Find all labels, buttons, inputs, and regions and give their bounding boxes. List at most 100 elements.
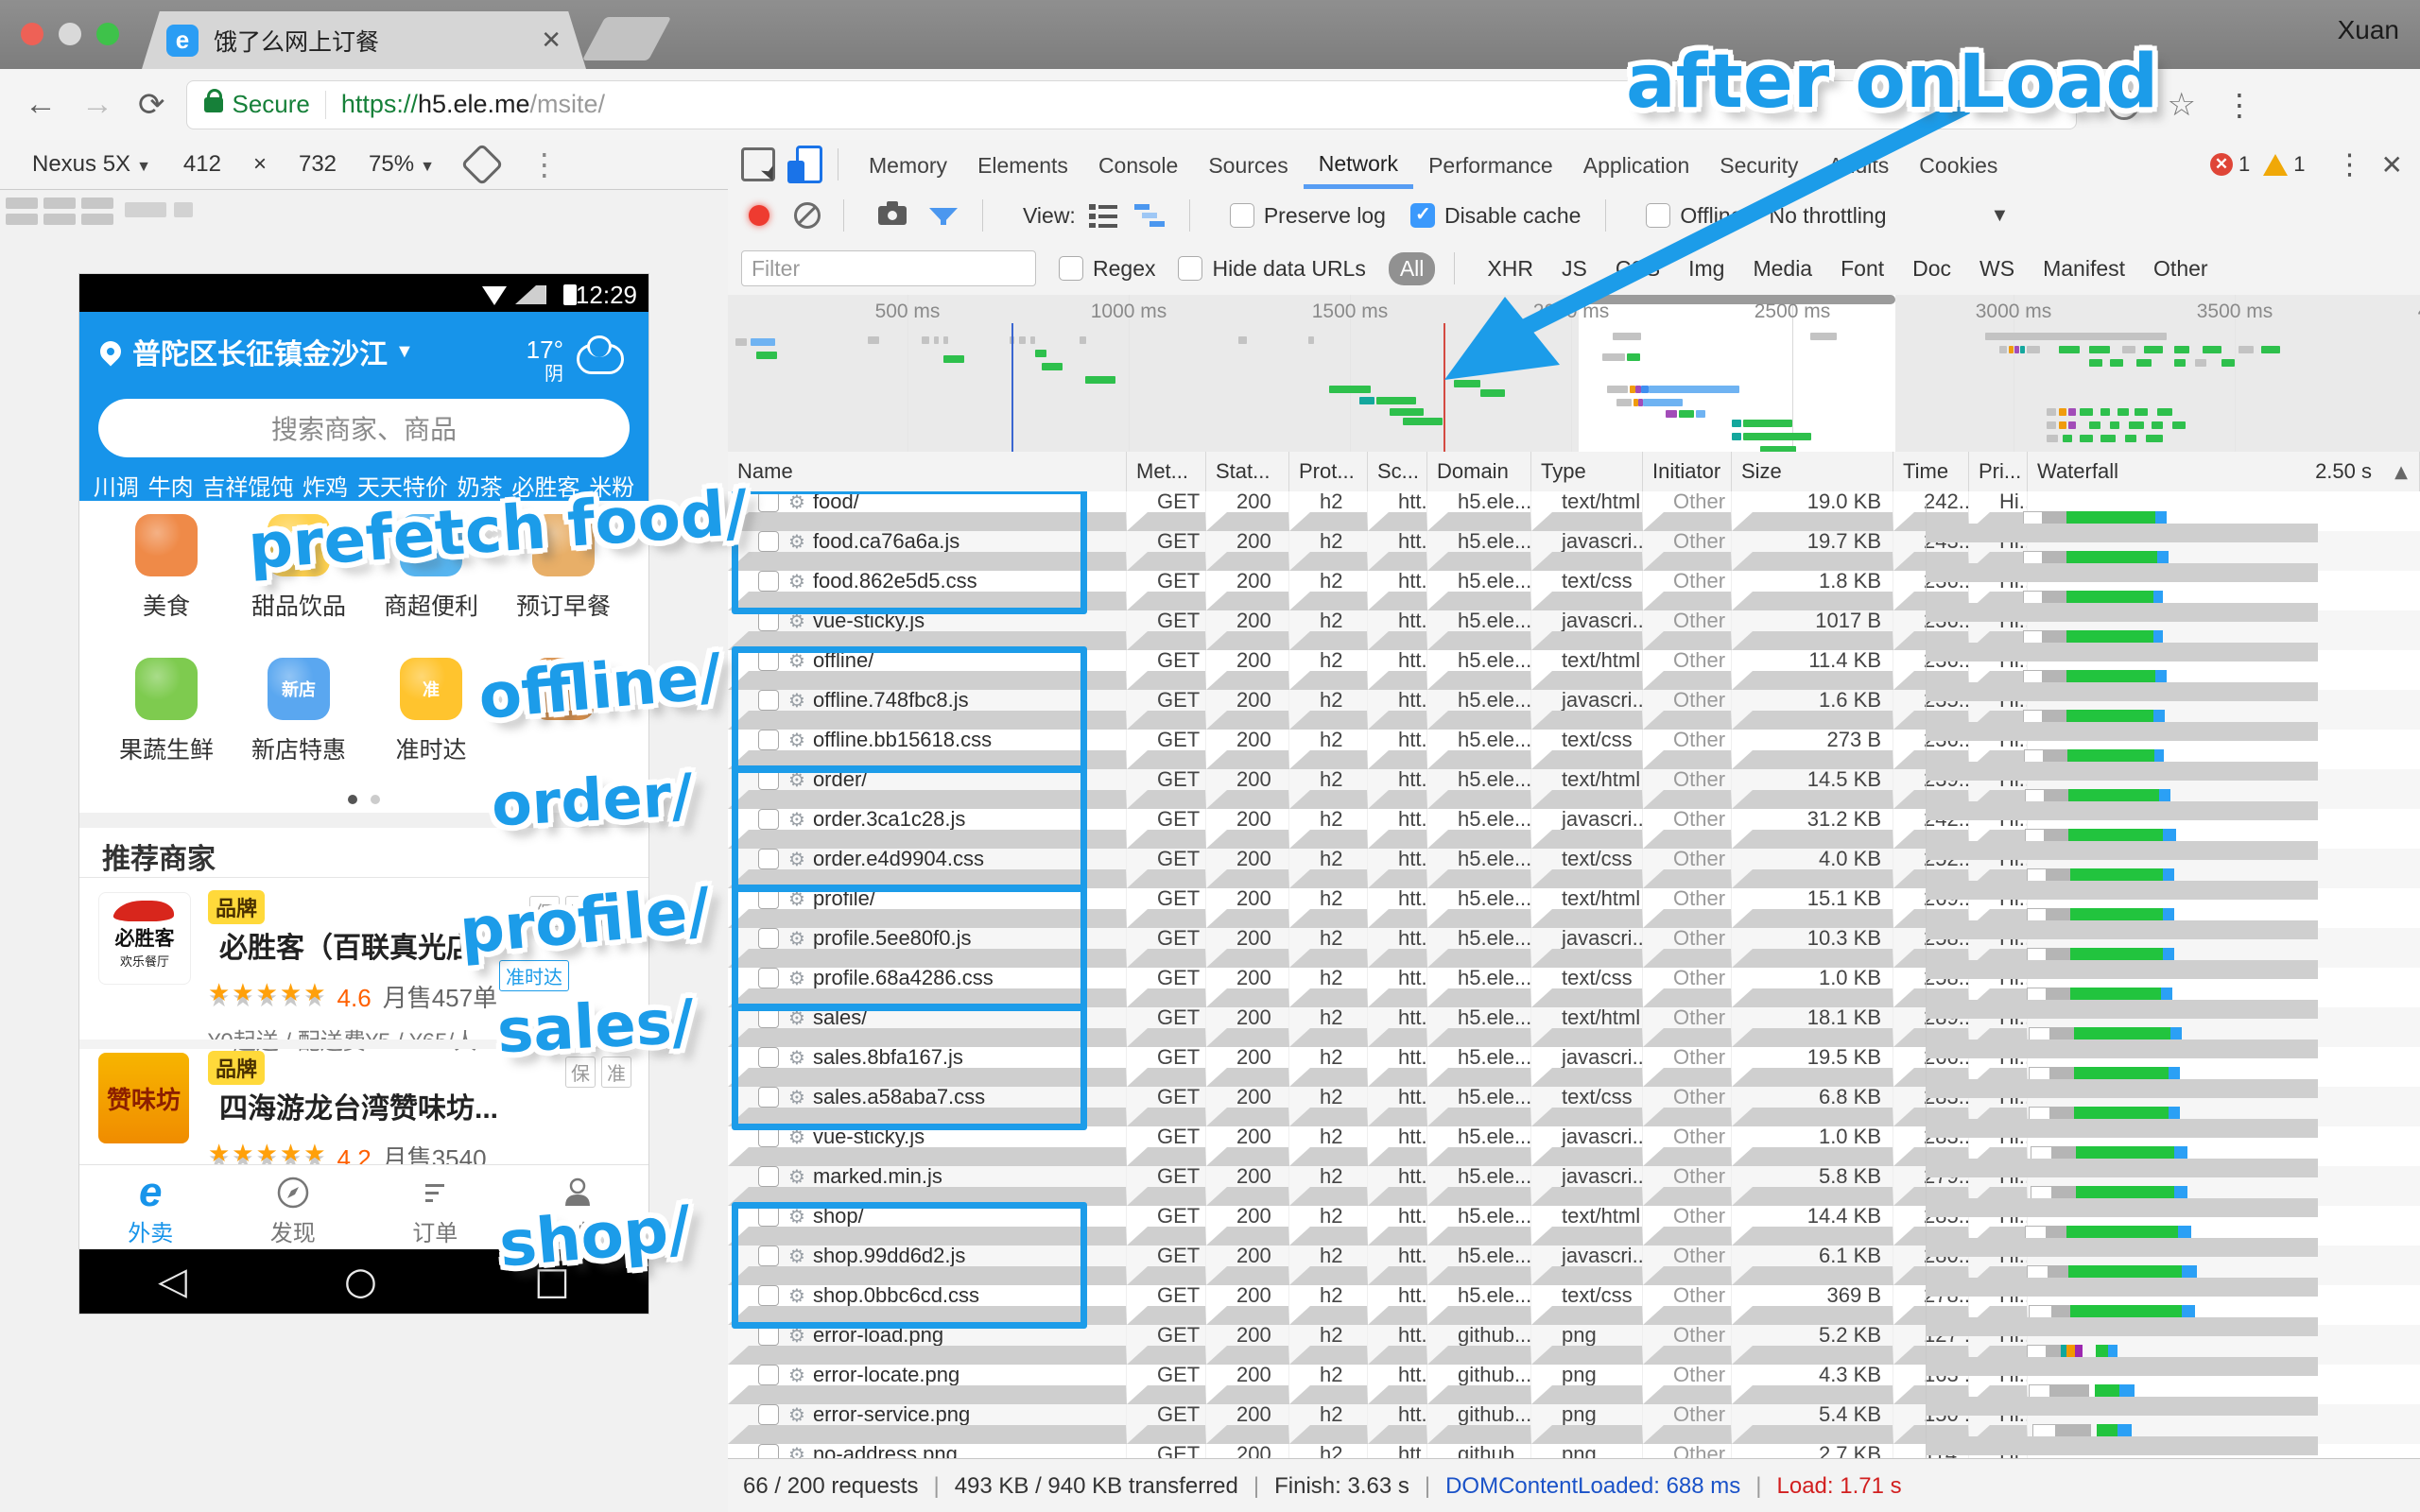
row-checkbox[interactable] <box>758 690 779 711</box>
column-header-scheme[interactable]: Sc... <box>1368 452 1427 491</box>
devtools-tab-performance[interactable]: Performance <box>1413 143 1568 186</box>
device-toolbar-menu-icon[interactable]: ⋮ <box>529 146 560 182</box>
warning-badge-icon[interactable] <box>2263 154 2288 176</box>
row-checkbox[interactable] <box>758 849 779 869</box>
request-name[interactable]: profile.68a4286.css <box>813 968 994 990</box>
disable-cache-checkbox[interactable] <box>1410 203 1435 228</box>
forward-button[interactable]: → <box>81 86 113 123</box>
device-zoom-select[interactable]: 75%▼ <box>369 151 435 178</box>
row-checkbox[interactable] <box>758 1325 779 1346</box>
column-header-name[interactable]: Name <box>728 452 1127 491</box>
row-checkbox[interactable] <box>758 1166 779 1187</box>
request-name[interactable]: no-address.png <box>813 1444 958 1458</box>
devtools-tab-console[interactable]: Console <box>1083 143 1193 186</box>
column-header-method[interactable]: Met... <box>1127 452 1206 491</box>
row-checkbox[interactable] <box>758 650 779 671</box>
request-name[interactable]: food/ <box>813 491 859 514</box>
category-link[interactable]: 炸鸡 <box>302 469 348 502</box>
browser-menu-icon[interactable]: ⋮ <box>2224 87 2255 123</box>
category-link[interactable]: 牛肉 <box>148 469 194 502</box>
rotate-icon[interactable] <box>460 143 503 185</box>
clear-button[interactable] <box>794 202 821 229</box>
category-link[interactable]: 吉祥馄饨 <box>202 469 293 502</box>
preserve-log-checkbox[interactable] <box>1230 203 1254 228</box>
pager-dot[interactable] <box>371 795 380 804</box>
app-tab-orders[interactable]: 订单 <box>364 1165 507 1250</box>
column-header-time[interactable]: Time <box>1893 452 1969 491</box>
device-toolbar-toggle-icon[interactable] <box>796 146 822 183</box>
request-name[interactable]: profile.5ee80f0.js <box>813 928 972 951</box>
throttling-select[interactable]: No throttling <box>1769 203 1886 229</box>
column-header-waterfall[interactable]: Waterfall2.50 s▲ <box>2028 452 2420 491</box>
row-checkbox[interactable] <box>758 1206 779 1227</box>
type-filter-ws[interactable]: WS <box>1979 256 2014 282</box>
type-filter-font[interactable]: Font <box>1841 256 1884 282</box>
device-width-field[interactable]: 412 <box>183 151 221 178</box>
grid-item[interactable]: 果蔬生鲜 <box>100 658 233 765</box>
filter-funnel-icon[interactable] <box>929 208 958 223</box>
close-window-button[interactable] <box>21 23 43 45</box>
request-name[interactable]: sales.a58aba7.css <box>813 1087 985 1109</box>
row-checkbox[interactable] <box>758 571 779 592</box>
zoom-window-button[interactable] <box>96 23 119 45</box>
row-checkbox[interactable] <box>758 1126 779 1147</box>
row-checkbox[interactable] <box>758 1007 779 1028</box>
request-name[interactable]: vue-sticky.js <box>813 1126 925 1149</box>
row-checkbox[interactable] <box>758 1285 779 1306</box>
device-height-field[interactable]: 732 <box>299 151 337 178</box>
request-name[interactable]: error-locate.png <box>813 1365 959 1387</box>
overview-selection-handle[interactable] <box>1579 295 1895 304</box>
row-checkbox[interactable] <box>758 730 779 750</box>
devtools-tab-audits[interactable]: Audits <box>1813 143 1904 186</box>
request-name[interactable]: vue-sticky.js <box>813 610 925 633</box>
devtools-tab-elements[interactable]: Elements <box>962 143 1083 186</box>
search-input[interactable]: 搜索商家、商品 <box>98 399 630 457</box>
row-checkbox[interactable] <box>758 531 779 552</box>
location-selector[interactable]: 普陀区长征镇金沙江 ▼ 17° 阴 <box>100 329 630 374</box>
pager-dot-active[interactable] <box>348 795 357 804</box>
category-link[interactable]: 川调 <box>94 469 139 502</box>
type-filter-media[interactable]: Media <box>1753 256 1812 282</box>
request-name[interactable]: shop.0bbc6cd.css <box>813 1285 979 1308</box>
row-checkbox[interactable] <box>758 1365 779 1385</box>
row-checkbox[interactable] <box>758 1404 779 1425</box>
request-name[interactable]: shop/ <box>813 1206 864 1228</box>
type-filter-other[interactable]: Other <box>2153 256 2208 282</box>
row-checkbox[interactable] <box>758 1087 779 1108</box>
column-header-initiator[interactable]: Initiator <box>1643 452 1732 491</box>
request-name[interactable]: marked.min.js <box>813 1166 942 1189</box>
devtools-tab-application[interactable]: Application <box>1568 143 1705 186</box>
request-name[interactable]: error-service.png <box>813 1404 970 1427</box>
new-tab-button[interactable] <box>582 17 671 60</box>
bookmark-star-icon[interactable]: ☆ <box>2168 86 2196 124</box>
sort-arrow-icon[interactable]: ▲ <box>2394 462 2408 482</box>
request-name[interactable]: food.ca76a6a.js <box>813 531 959 554</box>
request-name[interactable]: shop.99dd6d2.js <box>813 1246 965 1268</box>
request-name[interactable]: offline.748fbc8.js <box>813 690 969 713</box>
app-tab-compass[interactable]: 发现 <box>222 1165 365 1250</box>
column-header-protocol[interactable]: Prot... <box>1289 452 1368 491</box>
column-header-domain[interactable]: Domain <box>1427 452 1531 491</box>
type-filter-doc[interactable]: Doc <box>1912 256 1951 282</box>
regex-checkbox[interactable] <box>1059 256 1083 281</box>
request-name[interactable]: order.e4d9904.css <box>813 849 984 871</box>
inspect-element-icon[interactable] <box>741 147 775 181</box>
row-checkbox[interactable] <box>758 888 779 909</box>
list-view-icon[interactable] <box>1089 203 1117 228</box>
hide-data-urls-checkbox[interactable] <box>1178 256 1202 281</box>
request-name[interactable]: order.3ca1c28.js <box>813 809 965 832</box>
row-checkbox[interactable] <box>758 809 779 830</box>
request-row[interactable]: ⚙food/GET200h2htt...h5.ele....text/htmlO… <box>728 491 2420 531</box>
grid-item[interactable]: 美食 <box>100 514 233 622</box>
request-name[interactable]: sales.8bfa167.js <box>813 1047 963 1070</box>
app-tab-eleme-logo[interactable]: e外卖 <box>79 1165 222 1250</box>
column-header-priority[interactable]: Pri... <box>1969 452 2028 491</box>
row-checkbox[interactable] <box>758 769 779 790</box>
grid-item[interactable]: 新店新店特惠 <box>233 658 365 765</box>
android-home-icon[interactable]: ○ <box>344 1260 377 1303</box>
devtools-tab-security[interactable]: Security <box>1704 143 1813 186</box>
minimize-window-button[interactable] <box>59 23 81 45</box>
error-badge-icon[interactable]: ✕ <box>2210 153 2233 176</box>
back-button[interactable]: ← <box>25 86 57 123</box>
request-name[interactable]: offline.bb15618.css <box>813 730 992 752</box>
